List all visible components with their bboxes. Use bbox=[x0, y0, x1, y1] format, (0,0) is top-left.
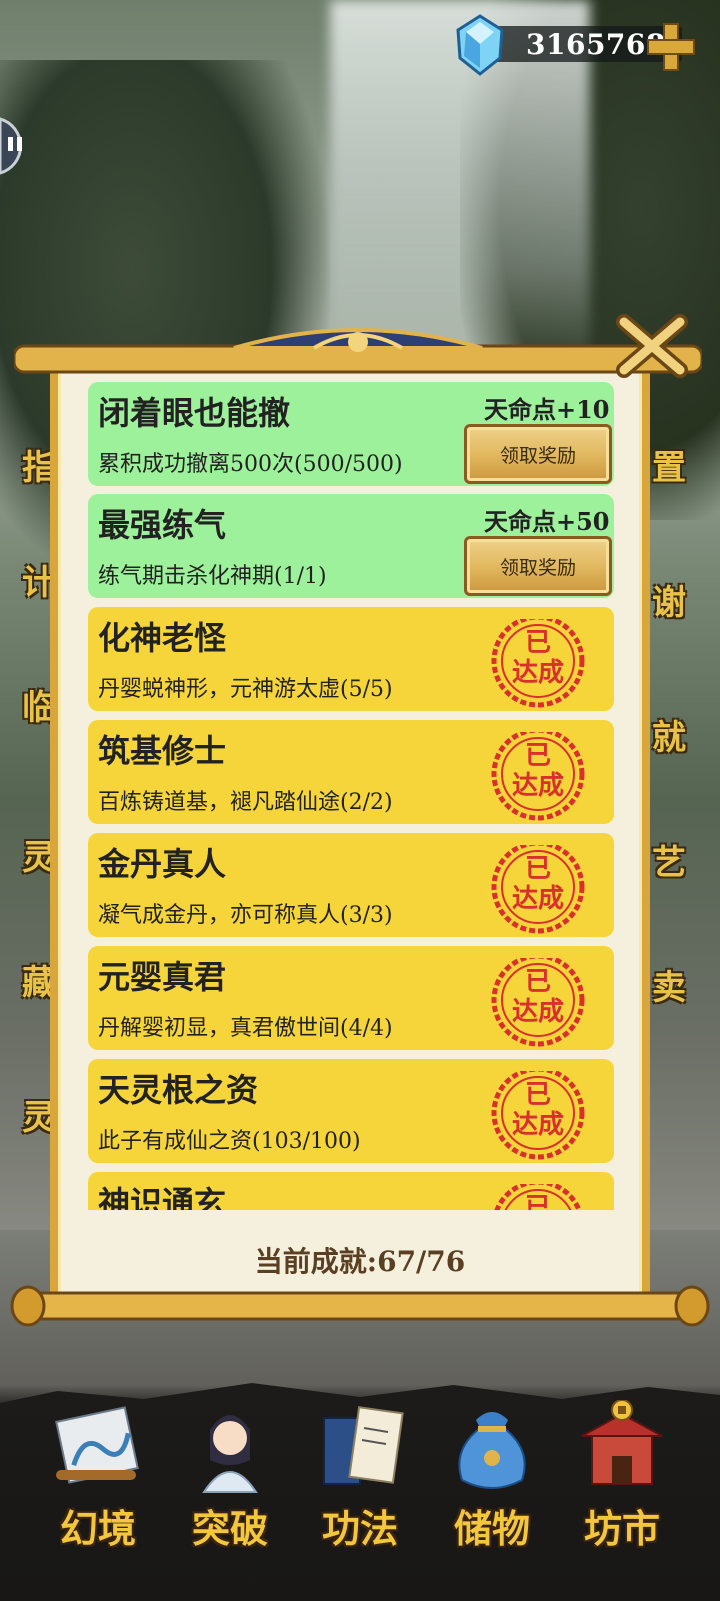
plus-icon[interactable] bbox=[644, 20, 698, 74]
scroll-top-ornament bbox=[14, 328, 702, 374]
achievement-card: 闭着眼也能撤 累积成功撤离500次(500/500) 天命点+10 领取奖励 bbox=[88, 382, 614, 486]
achievement-title: 金丹真人 bbox=[98, 845, 227, 883]
achievement-desc: 此子有成仙之资(103/100) bbox=[98, 1129, 361, 1154]
book-icon bbox=[323, 1406, 404, 1485]
achievement-title: 最强练气 bbox=[98, 506, 227, 544]
achievement-card: 神识通玄 已 bbox=[88, 1172, 614, 1210]
nav-label: 功法 bbox=[321, 1506, 398, 1551]
achievement-card: 筑基修士 百炼铸道基，褪凡踏仙途(2/2) 已 达成 bbox=[88, 720, 614, 824]
achievement-title: 化神老怪 bbox=[98, 619, 227, 657]
completed-seal: 已 达成 bbox=[491, 845, 585, 934]
achievement-progress: 当前成就:67/76 bbox=[254, 1245, 466, 1278]
seal-text-1: 已 bbox=[525, 628, 551, 658]
seal-text-2: 达成 bbox=[512, 997, 564, 1027]
nav-label: 幻境 bbox=[59, 1506, 136, 1551]
achievement-desc: 丹婴蜕神形，元神游太虚(5/5) bbox=[98, 677, 393, 702]
nav-item-market[interactable]: 坊市 bbox=[562, 1400, 682, 1590]
close-icon[interactable] bbox=[612, 312, 692, 380]
achievement-title: 元婴真君 bbox=[98, 958, 227, 996]
achievement-card: 最强练气 练气期击杀化神期(1/1) 天命点+50 领取奖励 bbox=[88, 494, 614, 598]
seal-text-1: 已 bbox=[525, 1193, 551, 1210]
achievement-card: 天灵根之资 此子有成仙之资(103/100) 已 达成 bbox=[88, 1059, 614, 1163]
diamond-icon bbox=[456, 14, 504, 76]
side-label-right-4[interactable]: 卖 bbox=[652, 960, 686, 1009]
achievement-card: 化神老怪 丹婴蜕神形，元神游太虚(5/5) 已 达成 bbox=[88, 607, 614, 711]
achievement-list[interactable]: 闭着眼也能撤 累积成功撤离500次(500/500) 天命点+10 领取奖励 最… bbox=[88, 382, 616, 1210]
chat-bubble-icon[interactable] bbox=[0, 115, 34, 177]
side-label-right-3[interactable]: 艺 bbox=[652, 835, 686, 884]
side-label-right-2[interactable]: 就 bbox=[652, 710, 686, 759]
nav-item-illusion[interactable]: 幻境 bbox=[38, 1400, 158, 1590]
achievement-title: 天灵根之资 bbox=[98, 1071, 259, 1109]
achievement-desc: 练气期击杀化神期(1/1) bbox=[98, 564, 327, 589]
seal-text-2: 达成 bbox=[512, 771, 564, 801]
completed-seal: 已 达成 bbox=[491, 1071, 585, 1160]
seal-text-1: 已 bbox=[525, 1080, 551, 1110]
achievement-card: 元婴真君 丹解婴初显，真君傲世间(4/4) 已 达成 bbox=[88, 946, 614, 1050]
nav-item-breakthrough[interactable]: 突破 bbox=[170, 1400, 290, 1590]
completed-seal: 已 达成 bbox=[491, 958, 585, 1047]
nav-item-storage[interactable]: 储物 bbox=[432, 1400, 552, 1590]
seal-text-2: 达成 bbox=[512, 884, 564, 914]
nav-label: 坊市 bbox=[583, 1506, 660, 1551]
claim-reward-button[interactable]: 领取奖励 bbox=[464, 424, 612, 484]
side-label-right-1[interactable]: 谢 bbox=[652, 575, 686, 624]
achievement-desc: 丹解婴初显，真君傲世间(4/4) bbox=[98, 1016, 393, 1041]
claim-reward-button[interactable]: 领取奖励 bbox=[464, 536, 612, 596]
side-label-right-0[interactable]: 置 bbox=[652, 440, 686, 489]
seal-text-2: 达成 bbox=[512, 1110, 564, 1140]
cultivator-icon bbox=[202, 1415, 258, 1493]
currency-display: 3165768 bbox=[452, 14, 714, 76]
achievement-title: 筑基修士 bbox=[98, 732, 227, 770]
completed-seal: 已 bbox=[494, 1184, 582, 1210]
achievement-desc: 凝气成金丹，亦可称真人(3/3) bbox=[98, 903, 393, 928]
nav-item-techniques[interactable]: 功法 bbox=[300, 1400, 420, 1590]
achievement-desc: 百炼铸道基，褪凡踏仙途(2/2) bbox=[98, 790, 393, 815]
achievement-reward: 天命点+50 bbox=[484, 507, 610, 536]
scroll-bottom-roller bbox=[10, 1285, 710, 1327]
completed-seal: 已 达成 bbox=[491, 619, 585, 708]
nav-label: 突破 bbox=[191, 1506, 268, 1551]
seal-text-2: 达成 bbox=[512, 658, 564, 688]
achievement-desc: 累积成功撤离500次(500/500) bbox=[98, 452, 403, 477]
seal-text-1: 已 bbox=[525, 741, 551, 771]
achievement-reward: 天命点+10 bbox=[484, 395, 610, 424]
nav-label: 储物 bbox=[453, 1506, 530, 1551]
seal-text-1: 已 bbox=[525, 967, 551, 997]
pouch-icon bbox=[458, 1412, 526, 1489]
market-gate-icon bbox=[581, 1400, 663, 1485]
seal-text-1: 已 bbox=[525, 854, 551, 884]
achievement-title: 神识通玄 bbox=[98, 1184, 227, 1210]
completed-seal: 已 达成 bbox=[491, 732, 585, 821]
scroll-painting-icon bbox=[55, 1406, 139, 1484]
achievement-title: 闭着眼也能撤 bbox=[98, 394, 291, 432]
achievement-card: 金丹真人 凝气成金丹，亦可称真人(3/3) 已 达成 bbox=[88, 833, 614, 937]
